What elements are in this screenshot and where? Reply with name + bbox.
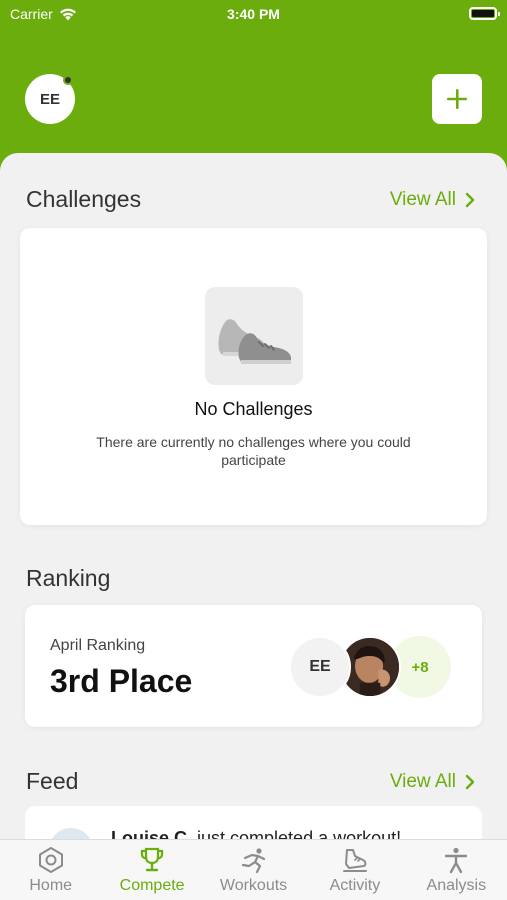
status-time: 3:40 PM — [227, 6, 280, 22]
status-bar: Carrier 3:40 PM — [0, 0, 507, 30]
tab-workouts[interactable]: Workouts — [203, 840, 304, 900]
tab-analysis[interactable]: Analysis — [406, 840, 507, 900]
empty-state-illustration — [205, 287, 303, 385]
empty-state-title: No Challenges — [194, 399, 313, 419]
chevron-right-icon — [465, 774, 475, 790]
profile-initials: EE — [39, 90, 60, 108]
sneakers-icon — [218, 319, 291, 364]
tab-activity[interactable]: Activity — [304, 840, 405, 900]
workout-icon — [241, 848, 265, 874]
feed-view-all-link[interactable]: View All — [390, 771, 475, 793]
view-all-label: View All — [389, 771, 456, 792]
challenges-view-all-link[interactable]: View All — [390, 189, 475, 211]
chevron-right-icon — [465, 192, 475, 208]
ranking-title: Ranking — [26, 565, 111, 591]
profile-avatar[interactable]: EE — [25, 74, 75, 124]
app-screen: Carrier 3:40 PM EE Challenges View All N… — [0, 0, 507, 900]
challenges-title: Challenges — [26, 186, 142, 212]
home-icon — [38, 847, 63, 873]
content-sheet: Challenges View All No Challenges There … — [0, 153, 507, 900]
ranking-period-label: April Ranking — [50, 637, 146, 654]
participant-initials: EE — [309, 658, 331, 675]
tab-home-label: Home — [29, 877, 73, 894]
tab-compete[interactable]: Compete — [101, 840, 202, 900]
participant-initials-avatar: EE — [289, 636, 351, 698]
tab-bar: Home Compete Workouts Activity Analysis — [0, 839, 507, 900]
notification-dot — [63, 75, 73, 85]
plus-icon — [447, 89, 467, 109]
tab-compete-label: Compete — [119, 877, 185, 894]
battery-icon — [469, 7, 500, 20]
view-all-label: View All — [389, 189, 456, 210]
tab-home[interactable]: Home — [0, 840, 101, 900]
ranking-card[interactable]: April Ranking 3rd Place +8 EE — [25, 605, 482, 727]
empty-state-description: There are currently no challenges where … — [96, 434, 411, 468]
add-button[interactable] — [432, 74, 482, 124]
tab-workouts-label: Workouts — [219, 877, 288, 894]
more-participants-count: +8 — [411, 658, 429, 676]
feed-title: Feed — [26, 768, 79, 794]
tab-analysis-label: Analysis — [426, 877, 487, 894]
challenges-empty-card: No Challenges There are currently no cha… — [20, 228, 487, 525]
tab-activity-label: Activity — [329, 877, 381, 894]
ranking-position: 3rd Place — [50, 663, 193, 699]
activity-icon — [342, 849, 367, 872]
analysis-icon — [445, 847, 468, 874]
trophy-icon — [141, 847, 164, 872]
